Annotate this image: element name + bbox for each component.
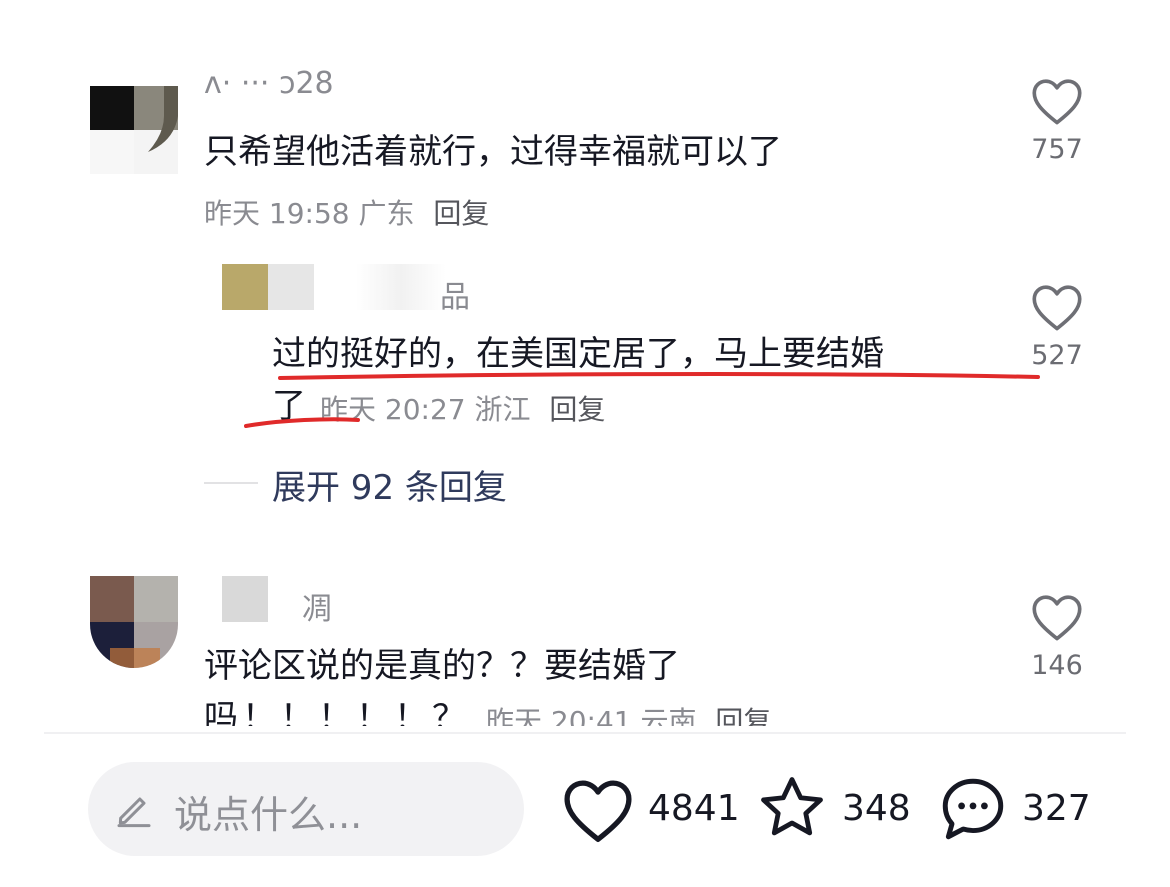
expand-replies-button[interactable]: 展开 92 条回复 xyxy=(272,460,507,509)
star-icon xyxy=(761,777,823,836)
reply-button[interactable]: 回复 xyxy=(549,393,605,426)
comment-input-placeholder: 说点什么... xyxy=(174,793,363,837)
comment-meta: 昨天 19:58 广东 回复 xyxy=(204,192,489,232)
comment-input[interactable]: 说点什么... xyxy=(88,762,524,856)
comment-time: 昨天 19:58 xyxy=(204,197,350,230)
like-count: 146 xyxy=(1031,650,1083,681)
expand-divider xyxy=(204,482,258,484)
comment-total: 327 xyxy=(1022,788,1091,829)
comment-meta: 昨天 20:27 浙江 回复 xyxy=(320,388,605,428)
comment-location: 浙江 xyxy=(474,393,531,426)
heart-icon xyxy=(1032,285,1082,331)
reply-button[interactable]: 回复 xyxy=(433,197,489,230)
avatar[interactable] xyxy=(222,264,314,310)
heart-icon xyxy=(1032,79,1082,125)
like-button[interactable]: 146 xyxy=(1022,592,1092,681)
avatar[interactable] xyxy=(90,576,178,668)
username[interactable]: 凋 xyxy=(302,584,332,628)
comment-time: 昨天 20:27 xyxy=(320,393,466,426)
like-total: 4841 xyxy=(648,788,740,829)
comment-meta: 昨天 20:41 云南 回复 xyxy=(486,700,771,740)
avatar[interactable] xyxy=(90,86,178,174)
comment-location: 广东 xyxy=(358,197,415,230)
like-button[interactable]: 757 xyxy=(1022,76,1092,165)
like-count: 757 xyxy=(1031,134,1083,165)
username[interactable]: ᴧ· ··· ɔ28 xyxy=(204,66,334,101)
reply-text-line1: 过的挺好的，在美国定居了，马上要结婚 xyxy=(272,334,884,374)
heart-icon xyxy=(1032,595,1082,641)
username-redacted xyxy=(222,576,268,622)
like-count: 527 xyxy=(1031,340,1083,371)
comment-text-line2: 吗！！！！！？ xyxy=(204,698,470,738)
heart-icon xyxy=(564,780,632,842)
bottom-bar-divider xyxy=(44,732,1126,734)
username-redacted xyxy=(356,264,446,310)
username[interactable]: 品 xyxy=(440,272,470,316)
favorite-total: 348 xyxy=(842,788,911,829)
reply-text-line2: 了 xyxy=(272,386,306,426)
comment-text: 只希望他活着就行，过得幸福就可以了 xyxy=(204,132,782,172)
pencil-icon xyxy=(117,797,151,828)
chat-bubble-icon xyxy=(942,778,1004,840)
comment-text-line1: 评论区说的是真的？？要结婚了 xyxy=(204,646,680,686)
like-button[interactable]: 527 xyxy=(1022,282,1092,371)
